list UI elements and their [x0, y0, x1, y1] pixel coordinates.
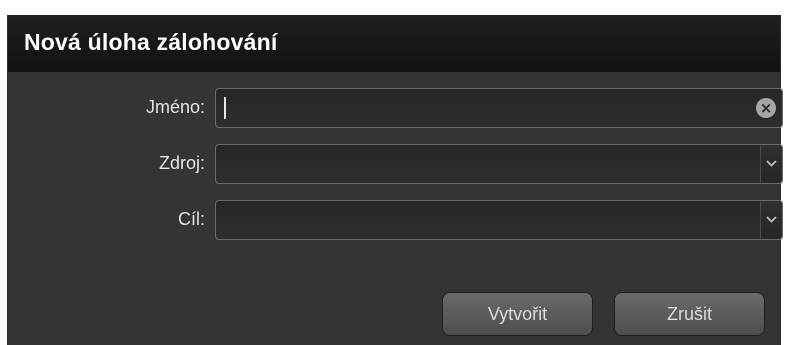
target-select[interactable]	[215, 200, 783, 240]
text-caret	[224, 97, 226, 119]
cancel-button[interactable]: Zrušit	[614, 292, 765, 336]
chevron-down-icon	[766, 216, 777, 223]
create-button[interactable]: Vytvořit	[442, 292, 593, 336]
name-label: Jméno:	[145, 97, 205, 117]
clear-icon[interactable]: ×	[756, 98, 776, 118]
source-select[interactable]	[215, 144, 783, 184]
target-label: Cíl:	[178, 209, 205, 229]
source-dropdown-toggle[interactable]	[760, 145, 782, 183]
target-dropdown-toggle[interactable]	[760, 201, 782, 239]
chevron-down-icon	[766, 160, 777, 167]
dialog-titlebar: Nová úloha zálohování	[8, 15, 780, 72]
dialog-title: Nová úloha zálohování	[24, 29, 278, 55]
source-label: Zdroj:	[158, 153, 205, 173]
name-input[interactable]: ×	[215, 88, 783, 128]
new-backup-task-dialog: Nová úloha zálohování Jméno: × Zdroj: Cí…	[7, 15, 783, 345]
